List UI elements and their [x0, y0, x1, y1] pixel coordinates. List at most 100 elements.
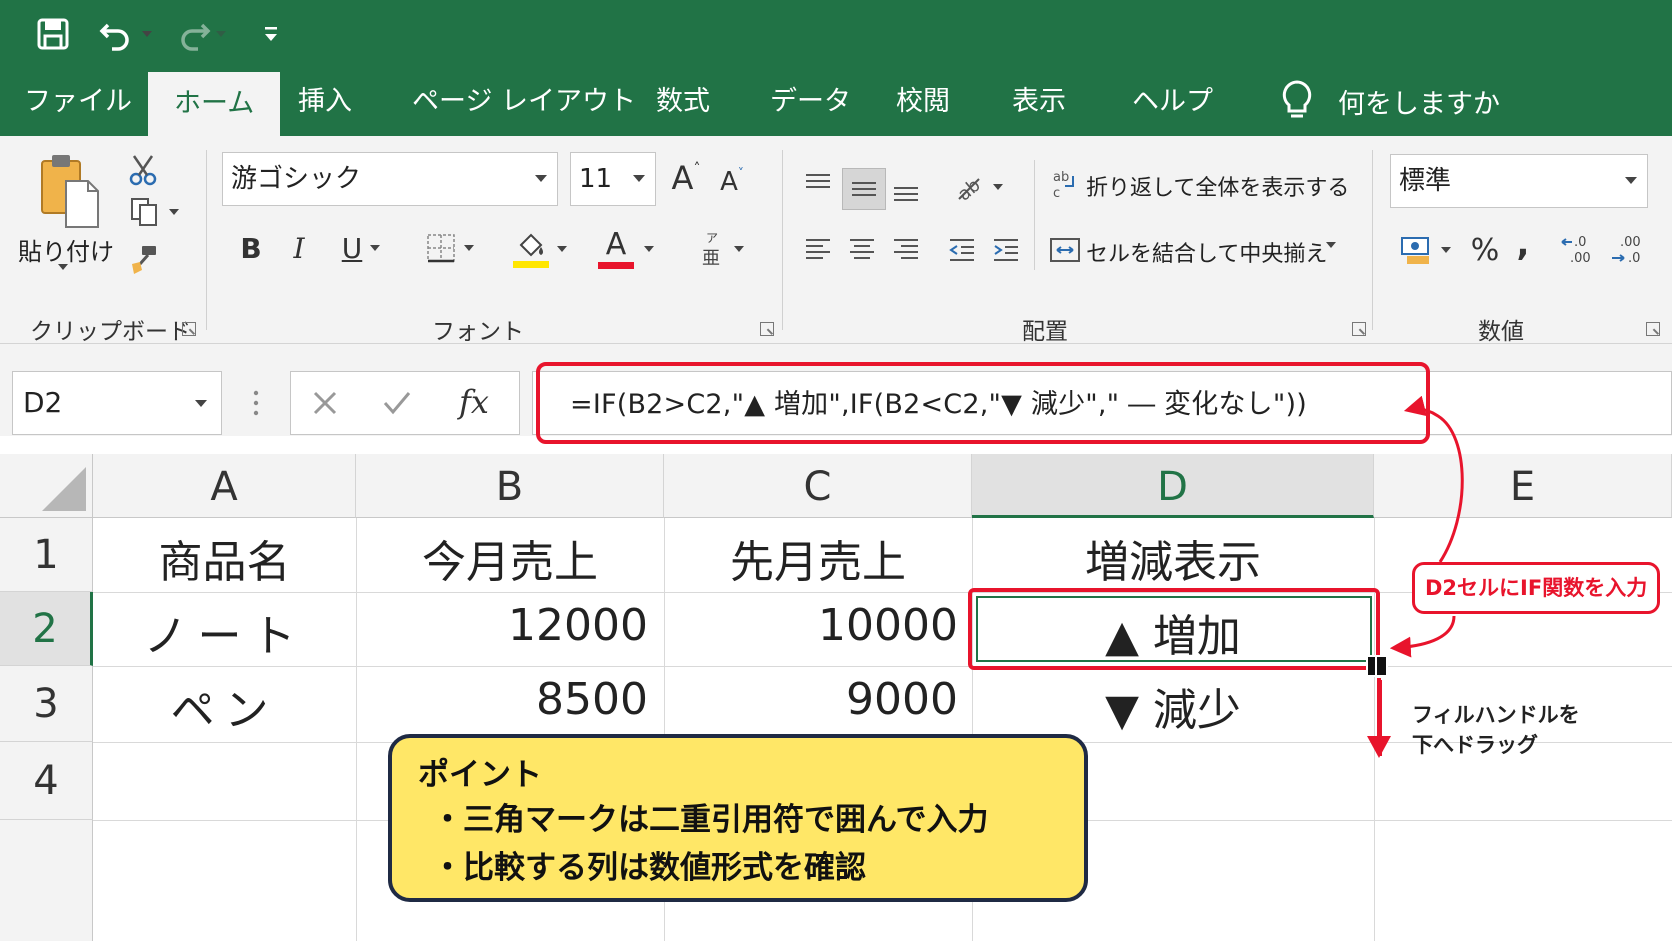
- cell-a2[interactable]: ノート: [93, 600, 356, 664]
- tell-me-text: 何をしますか: [1338, 88, 1500, 120]
- tab-formulas[interactable]: 数式: [656, 66, 710, 136]
- paste-dropdown-icon[interactable]: [58, 264, 68, 270]
- column-header-c[interactable]: C: [664, 454, 972, 518]
- insert-function-button[interactable]: fx: [452, 380, 496, 424]
- clipboard-launcher-icon[interactable]: [182, 322, 196, 336]
- svg-text:.00: .00: [1570, 251, 1591, 266]
- paste-icon[interactable]: [30, 150, 108, 232]
- align-bottom-icon[interactable]: [888, 168, 924, 210]
- cell-c3[interactable]: 9000: [664, 674, 958, 725]
- svg-text:.00: .00: [1620, 235, 1641, 250]
- cell-b2[interactable]: 12000: [356, 600, 648, 651]
- svg-text:亜: 亜: [702, 248, 720, 268]
- name-box[interactable]: D2: [12, 371, 222, 435]
- comma-button[interactable]: ,: [1510, 224, 1536, 264]
- increase-decimal-icon[interactable]: .0.00: [1560, 230, 1596, 270]
- tab-data[interactable]: データ: [770, 66, 851, 136]
- tab-help[interactable]: ヘルプ: [1132, 66, 1213, 136]
- svg-text:ア: ア: [706, 231, 718, 245]
- cancel-formula-icon[interactable]: [308, 386, 342, 420]
- fill-color-icon[interactable]: [506, 228, 574, 270]
- paste-button[interactable]: 貼り付け: [18, 232, 114, 267]
- fill-handle-annotation: フィルハンドルを 下へドラッグ: [1412, 703, 1580, 757]
- bold-button[interactable]: B: [234, 228, 268, 268]
- font-launcher-icon[interactable]: [760, 322, 774, 336]
- row-header-3[interactable]: 3: [0, 666, 93, 742]
- more-options-icon[interactable]: [244, 388, 268, 418]
- enter-formula-icon[interactable]: [380, 386, 414, 420]
- column-header-d[interactable]: D: [972, 454, 1374, 518]
- decrease-decimal-icon[interactable]: .00.0: [1610, 230, 1646, 270]
- alignment-launcher-icon[interactable]: [1352, 322, 1366, 336]
- cell-c2[interactable]: 10000: [664, 600, 958, 651]
- number-launcher-icon[interactable]: [1646, 322, 1660, 336]
- wrap-text-button[interactable]: 折り返して全体を表示する: [1086, 170, 1349, 202]
- lightbulb-icon: [1282, 80, 1312, 118]
- cell-d3[interactable]: ▼ 減少: [972, 674, 1374, 738]
- tab-insert[interactable]: 挿入: [298, 66, 352, 136]
- alignment-group-label: 配置: [1022, 319, 1068, 345]
- copy-icon[interactable]: [126, 196, 182, 228]
- cell-c1[interactable]: 先月売上: [664, 526, 972, 590]
- svg-text:ab: ab: [1053, 170, 1069, 185]
- align-right-icon[interactable]: [888, 232, 924, 268]
- row-header-4[interactable]: 4: [0, 742, 93, 820]
- increase-indent-icon[interactable]: [988, 232, 1024, 268]
- borders-icon[interactable]: [418, 230, 482, 266]
- grow-font-button[interactable]: A ˄: [668, 158, 704, 198]
- tell-me-search[interactable]: 何をしますか: [1280, 66, 1500, 136]
- formula-highlight-box: [536, 362, 1430, 444]
- drag-down-arrow-icon: [1367, 678, 1391, 758]
- cell-b3[interactable]: 8500: [356, 674, 648, 725]
- cell-a1[interactable]: 商品名: [93, 526, 356, 590]
- cell-d1[interactable]: 増減表示: [972, 526, 1374, 590]
- format-painter-icon[interactable]: [128, 244, 160, 276]
- callout-line-1: ・三角マークは二重引用符で囲んで入力: [432, 802, 989, 838]
- save-icon[interactable]: [36, 16, 70, 52]
- font-color-icon[interactable]: A: [592, 228, 660, 270]
- align-left-icon[interactable]: [800, 232, 836, 268]
- wrap-text-icon[interactable]: ab c: [1050, 166, 1080, 202]
- svg-text:c: c: [1053, 186, 1060, 200]
- number-group-label: 数値: [1478, 319, 1524, 345]
- merge-center-button[interactable]: セルを結合して中央揃え: [1086, 236, 1327, 268]
- customize-icon[interactable]: [262, 16, 280, 52]
- column-header-b[interactable]: B: [356, 454, 664, 518]
- undo-icon[interactable]: [98, 16, 152, 52]
- d2-formula-annotation: D2セルにIF関数を入力: [1412, 562, 1661, 614]
- merge-dropdown-icon[interactable]: [1326, 242, 1336, 248]
- redo-icon[interactable]: [172, 16, 226, 52]
- font-group-label: フォント: [432, 319, 524, 345]
- underline-button[interactable]: U: [330, 228, 392, 268]
- tab-review[interactable]: 校閲: [896, 66, 950, 136]
- column-header-a[interactable]: A: [93, 454, 356, 518]
- align-middle-icon[interactable]: [842, 168, 886, 210]
- phonetic-icon[interactable]: ア亜: [694, 228, 750, 270]
- callout-title: ポイント: [418, 757, 542, 793]
- tab-page-layout[interactable]: ページ レイアウト: [412, 66, 636, 136]
- tab-file[interactable]: ファイル: [24, 66, 132, 136]
- accounting-format-icon[interactable]: [1392, 230, 1458, 270]
- italic-button[interactable]: I: [282, 228, 316, 268]
- row-header-2[interactable]: 2: [0, 592, 93, 666]
- align-top-icon[interactable]: [800, 168, 836, 204]
- font-size-select[interactable]: 11: [570, 152, 656, 206]
- merge-center-icon[interactable]: [1048, 232, 1082, 268]
- cell-a3[interactable]: ペン: [93, 674, 356, 738]
- orientation-icon[interactable]: ab: [946, 166, 1010, 208]
- row-header-1[interactable]: 1: [0, 518, 93, 592]
- shrink-font-button[interactable]: A ˅: [714, 162, 750, 202]
- tab-home[interactable]: ホーム: [148, 72, 281, 136]
- cell-b1[interactable]: 今月売上: [356, 526, 664, 590]
- align-center-icon[interactable]: [844, 232, 880, 268]
- select-all-corner[interactable]: [0, 454, 93, 518]
- percent-button[interactable]: %: [1468, 230, 1502, 270]
- undo-dropdown-icon[interactable]: [142, 31, 152, 37]
- decrease-indent-icon[interactable]: [944, 232, 980, 268]
- callout-line-2: ・比較する列は数値形式を確認: [432, 850, 866, 886]
- selected-cell-d2-highlight: [968, 588, 1380, 670]
- font-name-select[interactable]: 游ゴシック: [222, 152, 558, 206]
- cut-icon[interactable]: [128, 154, 158, 186]
- number-format-select[interactable]: 標準: [1390, 154, 1648, 208]
- tab-view[interactable]: 表示: [1012, 66, 1066, 136]
